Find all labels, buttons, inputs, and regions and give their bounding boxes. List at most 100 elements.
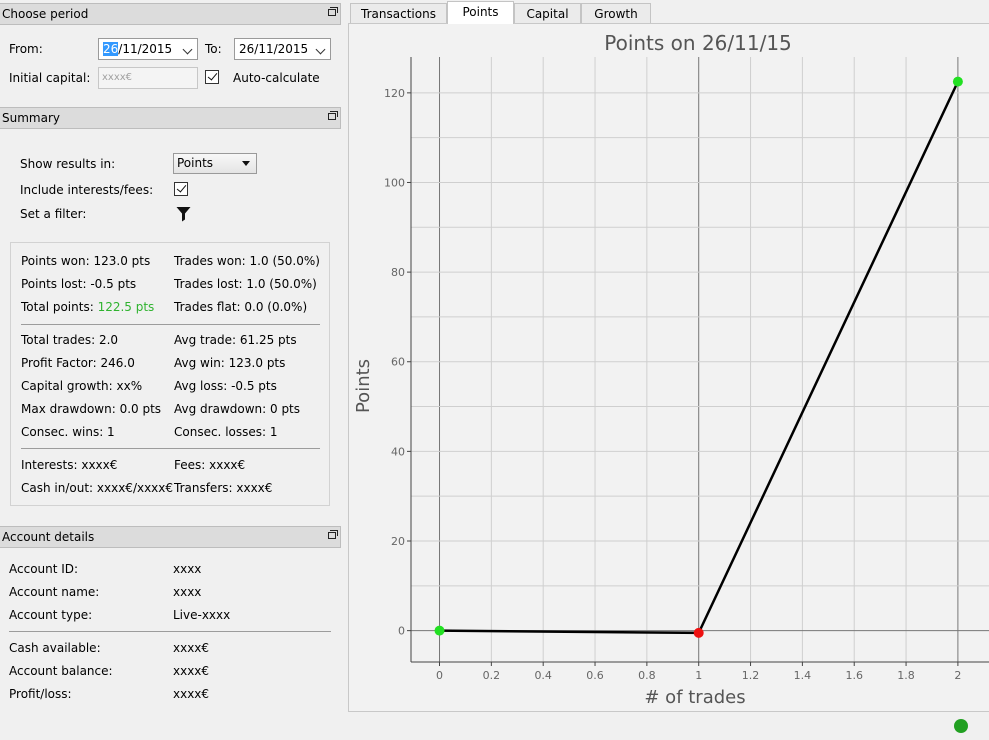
show-results-label: Show results in: xyxy=(20,157,116,171)
tab-transactions[interactable]: Transactions xyxy=(350,3,447,24)
x-tick-label: 0.6 xyxy=(586,669,604,682)
include-interests-label: Include interests/fees: xyxy=(20,183,154,197)
y-tick-label: 120 xyxy=(384,87,405,100)
include-interests-checkbox[interactable] xyxy=(174,182,188,196)
account-details-header: Account details xyxy=(0,526,341,548)
to-label: To: xyxy=(205,42,222,56)
interests: Interests: xxxx€ xyxy=(21,458,118,472)
data-point[interactable] xyxy=(434,625,445,636)
account-type-value: Live-xxxx xyxy=(173,608,231,622)
summary-header: Summary xyxy=(0,107,341,129)
chart-grid xyxy=(411,57,989,662)
account-balance-value: xxxx€ xyxy=(173,664,210,678)
x-tick-label: 0.8 xyxy=(638,669,656,682)
total-points-label: Total points: xyxy=(21,300,98,314)
tab-capital-label: Capital xyxy=(526,7,569,21)
initial-capital-label: Initial capital: xyxy=(9,71,91,85)
cash-available-value: xxxx€ xyxy=(173,641,210,655)
chart-ticks: 0 0.2 0.4 0.6 0.8 1 1.2 1.4 1.6 1.8 20204060801001… xyxy=(384,87,961,682)
points-lost: Points lost: -0.5 pts xyxy=(21,277,137,291)
total-trades: Total trades: 2.0 xyxy=(21,333,119,347)
connection-status-icon xyxy=(954,719,968,733)
summary-title: Summary xyxy=(2,111,60,125)
from-date-selected-part: 26 xyxy=(103,42,119,56)
profit-loss-value: xxxx€ xyxy=(173,687,210,701)
avg-drawdown: Avg drawdown: 0 pts xyxy=(174,402,301,416)
chevron-down-icon[interactable] xyxy=(315,44,326,55)
initial-capital-field[interactable]: xxxx€ xyxy=(98,67,198,89)
tab-points-label: Points xyxy=(462,5,499,19)
chevron-down-icon[interactable] xyxy=(182,44,193,55)
from-date-rest: /11/2015 xyxy=(118,42,173,56)
x-tick-label: 0.4 xyxy=(534,669,552,682)
trades-won: Trades won: 1.0 (50.0%) xyxy=(174,254,320,268)
to-date-value: 26/11/2015 xyxy=(239,42,309,56)
x-tick-label: 1.4 xyxy=(794,669,812,682)
consec-losses: Consec. losses: 1 xyxy=(174,425,278,439)
data-point[interactable] xyxy=(952,76,963,87)
trades-flat: Trades flat: 0.0 (0.0%) xyxy=(174,300,308,314)
choose-period-title: Choose period xyxy=(2,7,89,21)
tab-growth[interactable]: Growth xyxy=(581,3,651,24)
choose-period-header: Choose period xyxy=(0,3,341,25)
chart-x-axis-label: # of trades xyxy=(644,687,745,708)
account-details-title: Account details xyxy=(2,530,95,544)
account-divider xyxy=(9,631,331,632)
y-tick-label: 60 xyxy=(391,356,405,369)
account-type-label: Account type: xyxy=(9,608,93,622)
chart-title: Points on 26/11/15 xyxy=(604,31,792,55)
y-tick-label: 80 xyxy=(391,266,405,279)
show-results-combo[interactable]: Points xyxy=(173,153,257,174)
avg-loss: Avg loss: -0.5 pts xyxy=(174,379,277,393)
auto-calculate-checkbox[interactable] xyxy=(205,70,219,84)
y-tick-label: 40 xyxy=(391,445,405,458)
points-won: Points won: 123.0 pts xyxy=(21,254,151,268)
profit-loss-label: Profit/loss: xyxy=(9,687,72,701)
x-tick-label: 0.2 xyxy=(483,669,501,682)
x-tick-label: 1.8 xyxy=(897,669,915,682)
dropdown-arrow-icon[interactable] xyxy=(242,161,250,166)
float-panel-icon[interactable] xyxy=(328,111,338,120)
cash-in-out: Cash in/out: xxxx€/xxxx€ xyxy=(21,481,174,495)
chart-y-axis-label: Points xyxy=(353,359,374,413)
data-point[interactable] xyxy=(693,627,704,638)
x-tick-label: 0 xyxy=(436,669,443,682)
cash-available-label: Cash available: xyxy=(9,641,101,655)
auto-calculate-label: Auto-calculate xyxy=(233,71,320,85)
total-points-value: 122.5 pts xyxy=(97,300,155,314)
tab-points[interactable]: Points xyxy=(447,1,514,24)
profit-factor: Profit Factor: 246.0 xyxy=(21,356,135,370)
avg-win: Avg win: 123.0 pts xyxy=(174,356,286,370)
summary-divider xyxy=(21,448,320,449)
x-tick-label: 1.6 xyxy=(845,669,863,682)
initial-capital-placeholder: xxxx€ xyxy=(102,72,133,83)
show-results-value: Points xyxy=(177,156,214,170)
account-balance-label: Account balance: xyxy=(9,664,113,678)
total-points: Total points: 122.5 pts xyxy=(21,300,154,314)
account-name-value: xxxx xyxy=(173,585,202,599)
points-chart: 0 0.2 0.4 0.6 0.8 1 1.2 1.4 1.6 1.8 20204060801001… xyxy=(353,31,989,708)
x-tick-label: 1 xyxy=(695,669,702,682)
account-id-label: Account ID: xyxy=(9,562,79,576)
avg-trade: Avg trade: 61.25 pts xyxy=(174,333,297,347)
y-tick-label: 20 xyxy=(391,535,405,548)
fees: Fees: xxxx€ xyxy=(174,458,246,472)
from-date-field[interactable]: 26/11/2015 xyxy=(98,38,198,60)
from-label: From: xyxy=(9,42,43,56)
x-tick-label: 2 xyxy=(954,669,961,682)
tab-capital[interactable]: Capital xyxy=(514,3,581,24)
account-id-value: xxxx xyxy=(173,562,202,576)
consec-wins: Consec. wins: 1 xyxy=(21,425,115,439)
float-panel-icon[interactable] xyxy=(328,7,338,16)
filter-icon[interactable] xyxy=(176,206,191,222)
capital-growth: Capital growth: xx% xyxy=(21,379,143,393)
y-tick-label: 0 xyxy=(398,625,405,638)
float-panel-icon[interactable] xyxy=(328,530,338,539)
y-tick-label: 100 xyxy=(384,176,405,189)
trades-lost: Trades lost: 1.0 (50.0%) xyxy=(174,277,317,291)
to-date-field[interactable]: 26/11/2015 xyxy=(234,38,331,60)
x-tick-label: 1.2 xyxy=(742,669,760,682)
account-name-label: Account name: xyxy=(9,585,100,599)
summary-divider xyxy=(21,324,320,325)
transfers: Transfers: xxxx€ xyxy=(174,481,273,495)
